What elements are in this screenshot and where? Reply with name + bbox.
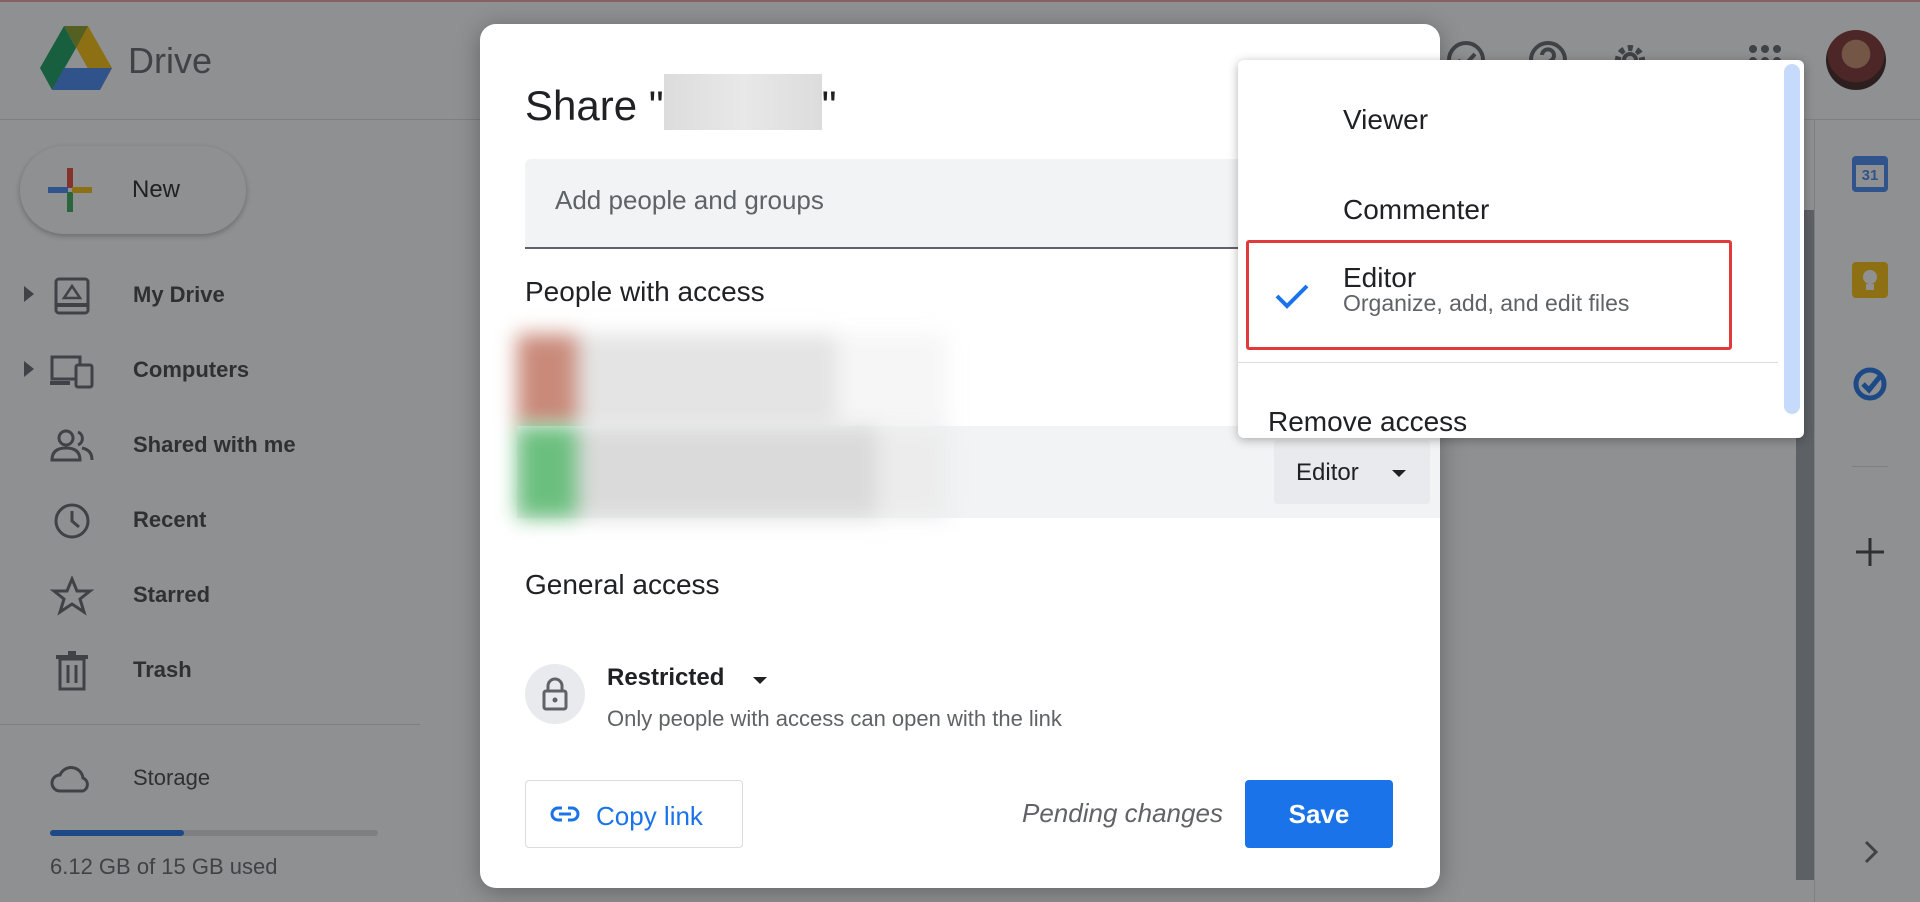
add-people-input[interactable]: [555, 185, 1055, 216]
dropdown-caret-icon: [1392, 470, 1406, 477]
title-suffix: ": [821, 82, 837, 129]
link-icon: [550, 806, 580, 822]
remove-access-label: Remove access: [1268, 406, 1468, 437]
role-menu: Viewer Commenter Editor Organize, add, a…: [1238, 60, 1804, 438]
general-access-heading: General access: [525, 569, 720, 600]
copy-link-button[interactable]: Copy link: [525, 780, 743, 848]
menu-item-viewer[interactable]: Viewer: [1238, 60, 1778, 150]
menu-item-label: Commenter: [1343, 194, 1490, 225]
title-prefix: Share ": [525, 82, 664, 129]
menu-item-commenter[interactable]: Commenter: [1238, 150, 1778, 240]
access-description: Only people with access can open with th…: [607, 706, 1062, 731]
redacted-file-name: [663, 74, 822, 130]
role-dropdown-label: Editor: [1296, 459, 1359, 486]
access-level-dropdown[interactable]: Restricted: [607, 664, 724, 692]
copy-link-label: Copy link: [596, 801, 703, 831]
selection-highlight-box: [1246, 240, 1732, 350]
dropdown-caret-icon[interactable]: [753, 677, 767, 684]
dialog-title: Share " ": [525, 74, 837, 130]
blurred-person-info: [517, 334, 947, 426]
save-button[interactable]: Save: [1245, 780, 1393, 848]
role-dropdown-button[interactable]: Editor: [1274, 440, 1430, 504]
people-with-access-heading: People with access: [525, 276, 765, 307]
menu-item-label: Viewer: [1343, 104, 1429, 135]
blurred-person-info: [517, 426, 947, 518]
person-row: Editor: [517, 426, 1440, 518]
lock-icon: [542, 677, 568, 711]
save-button-label: Save: [1288, 799, 1350, 829]
lock-icon-container: [525, 664, 585, 724]
pending-changes-text: Pending changes: [1022, 798, 1223, 828]
menu-scrollbar[interactable]: [1784, 64, 1800, 414]
